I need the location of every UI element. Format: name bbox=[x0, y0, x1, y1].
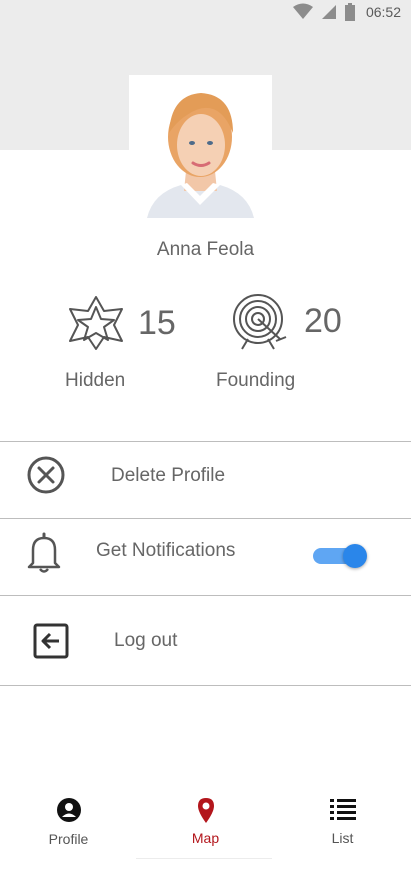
logout-row[interactable]: Log out bbox=[0, 596, 411, 685]
nav-map[interactable]: Map bbox=[137, 788, 274, 858]
stat-founding-label: Founding bbox=[216, 370, 296, 391]
status-icons: 06:52 bbox=[292, 3, 401, 21]
nav-profile[interactable]: Profile bbox=[0, 788, 137, 858]
delete-profile-label: Delete Profile bbox=[111, 465, 226, 486]
close-circle-icon bbox=[27, 456, 65, 494]
star-icon bbox=[69, 296, 123, 350]
nav-list-label: List bbox=[331, 830, 354, 846]
status-bar: 06:52 bbox=[0, 0, 411, 28]
stat-hidden: 15 bbox=[66, 295, 176, 351]
stat-hidden-label: Hidden bbox=[65, 370, 126, 391]
bottom-nav: Profile Map List bbox=[0, 788, 411, 858]
target-icon bbox=[233, 294, 287, 350]
avatar bbox=[129, 75, 272, 218]
notifications-toggle[interactable] bbox=[313, 544, 367, 568]
stat-hidden-value: 15 bbox=[138, 303, 176, 342]
wifi-icon bbox=[292, 3, 313, 19]
list-icon bbox=[329, 799, 356, 820]
user-circle-icon bbox=[56, 798, 81, 822]
nav-active-underline bbox=[136, 858, 272, 859]
map-pin-icon bbox=[197, 798, 214, 823]
logout-label: Log out bbox=[114, 630, 178, 651]
notifications-label: Get Notifications bbox=[96, 540, 236, 561]
bell-icon bbox=[27, 532, 61, 573]
signal-icon bbox=[321, 5, 336, 19]
profile-name: Anna Feola bbox=[156, 239, 255, 260]
stat-founding: 20 bbox=[232, 291, 342, 351]
toggle-knob bbox=[343, 544, 367, 568]
status-time: 06:52 bbox=[365, 4, 401, 20]
logout-icon bbox=[33, 623, 69, 659]
battery-icon bbox=[344, 3, 355, 21]
stat-founding-value: 20 bbox=[304, 301, 342, 340]
nav-profile-label: Profile bbox=[48, 831, 89, 847]
delete-profile-row[interactable]: Delete Profile bbox=[0, 442, 411, 518]
nav-map-label: Map bbox=[191, 830, 220, 846]
divider bbox=[0, 685, 411, 686]
nav-list[interactable]: List bbox=[274, 788, 411, 858]
